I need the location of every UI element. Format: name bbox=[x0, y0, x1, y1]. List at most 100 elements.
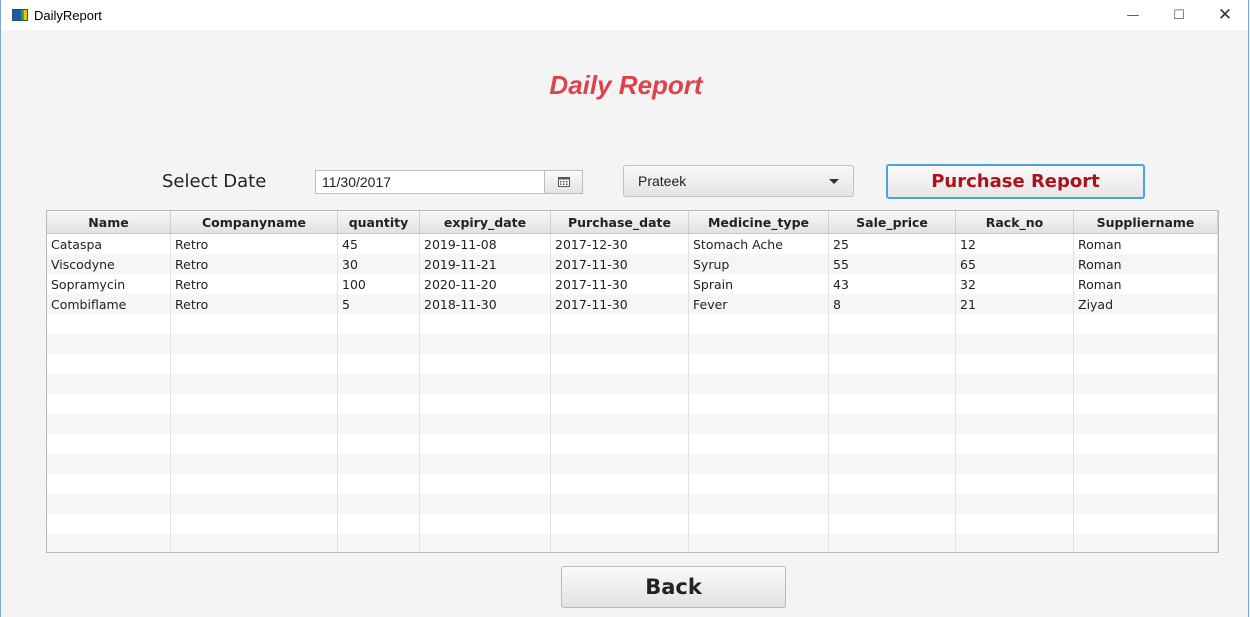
date-input[interactable] bbox=[315, 170, 545, 194]
empty-row bbox=[47, 354, 1218, 374]
table-cell bbox=[47, 534, 171, 552]
table-cell bbox=[47, 314, 171, 334]
table-cell bbox=[956, 534, 1074, 552]
table-cell: Sprain bbox=[689, 274, 829, 294]
table-cell: 2017-11-30 bbox=[551, 294, 689, 314]
column-header[interactable]: Medicine_type bbox=[689, 211, 829, 233]
table-cell: 5 bbox=[338, 294, 420, 314]
table-cell bbox=[689, 394, 829, 414]
column-header[interactable]: expiry_date bbox=[420, 211, 551, 233]
table-cell bbox=[829, 454, 956, 474]
table-cell bbox=[1074, 334, 1218, 354]
table-cell: 65 bbox=[956, 254, 1074, 274]
table-row[interactable]: Viscodyne Retro 30 2019-11-21 2017-11-30 Syru… bbox=[47, 254, 1218, 274]
table-cell: Retro bbox=[171, 294, 338, 314]
table-cell bbox=[689, 474, 829, 494]
column-header[interactable]: Suppliername bbox=[1074, 211, 1218, 233]
table-cell: Retro bbox=[171, 234, 338, 254]
table-cell bbox=[1074, 414, 1218, 434]
table-cell bbox=[1074, 534, 1218, 552]
table-cell bbox=[47, 454, 171, 474]
table-cell bbox=[689, 534, 829, 552]
table-cell: 43 bbox=[829, 274, 956, 294]
table-cell bbox=[171, 314, 338, 334]
table-cell bbox=[689, 414, 829, 434]
table-cell bbox=[420, 334, 551, 354]
table-cell bbox=[338, 434, 420, 454]
table-cell bbox=[47, 394, 171, 414]
table-cell bbox=[1074, 394, 1218, 414]
table-row[interactable]: Combiflame Retro 5 2018-11-30 2017-11-30 Feve… bbox=[47, 294, 1218, 314]
title-bar[interactable]: DailyReport — ☐ ✕ bbox=[1, 0, 1248, 30]
calendar-button[interactable] bbox=[545, 170, 583, 194]
table-cell: Roman bbox=[1074, 234, 1218, 254]
table-cell bbox=[829, 414, 956, 434]
table-cell bbox=[956, 474, 1074, 494]
table-cell bbox=[420, 434, 551, 454]
table-cell bbox=[689, 314, 829, 334]
column-header[interactable]: Sale_price bbox=[829, 211, 956, 233]
column-header[interactable]: Rack_no bbox=[956, 211, 1074, 233]
table-cell bbox=[171, 494, 338, 514]
table-cell bbox=[420, 514, 551, 534]
table-cell bbox=[689, 454, 829, 474]
table-cell: 12 bbox=[956, 234, 1074, 254]
column-header[interactable]: Purchase_date bbox=[551, 211, 689, 233]
table-cell bbox=[829, 494, 956, 514]
table-row[interactable]: Cataspa Retro 45 2019-11-08 2017-12-30 Stomac… bbox=[47, 234, 1218, 254]
table-cell bbox=[171, 414, 338, 434]
table-cell bbox=[551, 494, 689, 514]
column-header[interactable]: quantity bbox=[338, 211, 420, 233]
table-body: Cataspa Retro 45 2019-11-08 2017-12-30 Stomac… bbox=[47, 234, 1218, 552]
table-cell bbox=[829, 474, 956, 494]
table-cell bbox=[551, 314, 689, 334]
table-cell bbox=[956, 394, 1074, 414]
table-cell: 2018-11-30 bbox=[420, 294, 551, 314]
table-cell bbox=[338, 394, 420, 414]
table-cell bbox=[1074, 454, 1218, 474]
empty-row bbox=[47, 334, 1218, 354]
table-cell bbox=[420, 394, 551, 414]
table-cell bbox=[171, 394, 338, 414]
maximize-button[interactable]: ☐ bbox=[1156, 0, 1202, 30]
empty-row bbox=[47, 394, 1218, 414]
table-cell bbox=[956, 414, 1074, 434]
app-icon bbox=[12, 9, 28, 21]
table-cell bbox=[551, 434, 689, 454]
table-cell bbox=[47, 334, 171, 354]
table-cell bbox=[1074, 314, 1218, 334]
table-cell: 55 bbox=[829, 254, 956, 274]
purchase-report-button[interactable]: Purchase Report bbox=[886, 164, 1145, 199]
close-button[interactable]: ✕ bbox=[1202, 0, 1248, 30]
table-cell bbox=[171, 374, 338, 394]
table-cell bbox=[1074, 514, 1218, 534]
table-row[interactable]: Sopramycin Retro 100 2020-11-20 2017-11-30 Sp… bbox=[47, 274, 1218, 294]
supplier-selected: Prateek bbox=[638, 173, 687, 189]
column-header[interactable]: Companyname bbox=[171, 211, 338, 233]
table-cell bbox=[420, 494, 551, 514]
column-header[interactable]: Name bbox=[47, 211, 171, 233]
daily-report-window: DailyReport — ☐ ✕ Daily Report Select Da… bbox=[0, 0, 1249, 617]
minimize-button[interactable]: — bbox=[1110, 0, 1156, 30]
table-cell bbox=[47, 374, 171, 394]
table-cell: 2019-11-08 bbox=[420, 234, 551, 254]
table-cell bbox=[47, 514, 171, 534]
table-cell: Retro bbox=[171, 274, 338, 294]
empty-row bbox=[47, 434, 1218, 454]
supplier-combobox[interactable]: Prateek bbox=[623, 165, 854, 197]
table-cell bbox=[338, 334, 420, 354]
back-button[interactable]: Back bbox=[561, 566, 786, 608]
table-cell: 30 bbox=[338, 254, 420, 274]
calendar-icon bbox=[557, 177, 570, 187]
table-cell: Cataspa bbox=[47, 234, 171, 254]
table-cell bbox=[171, 334, 338, 354]
table-cell: 25 bbox=[829, 234, 956, 254]
empty-row bbox=[47, 494, 1218, 514]
table-cell: 2017-11-30 bbox=[551, 274, 689, 294]
page-title: Daily Report bbox=[549, 70, 703, 100]
table-cell bbox=[689, 374, 829, 394]
table-cell: Roman bbox=[1074, 274, 1218, 294]
table-cell bbox=[956, 374, 1074, 394]
report-table: Name Companyname quantity expiry_date Purcha… bbox=[46, 210, 1219, 553]
table-cell bbox=[338, 494, 420, 514]
